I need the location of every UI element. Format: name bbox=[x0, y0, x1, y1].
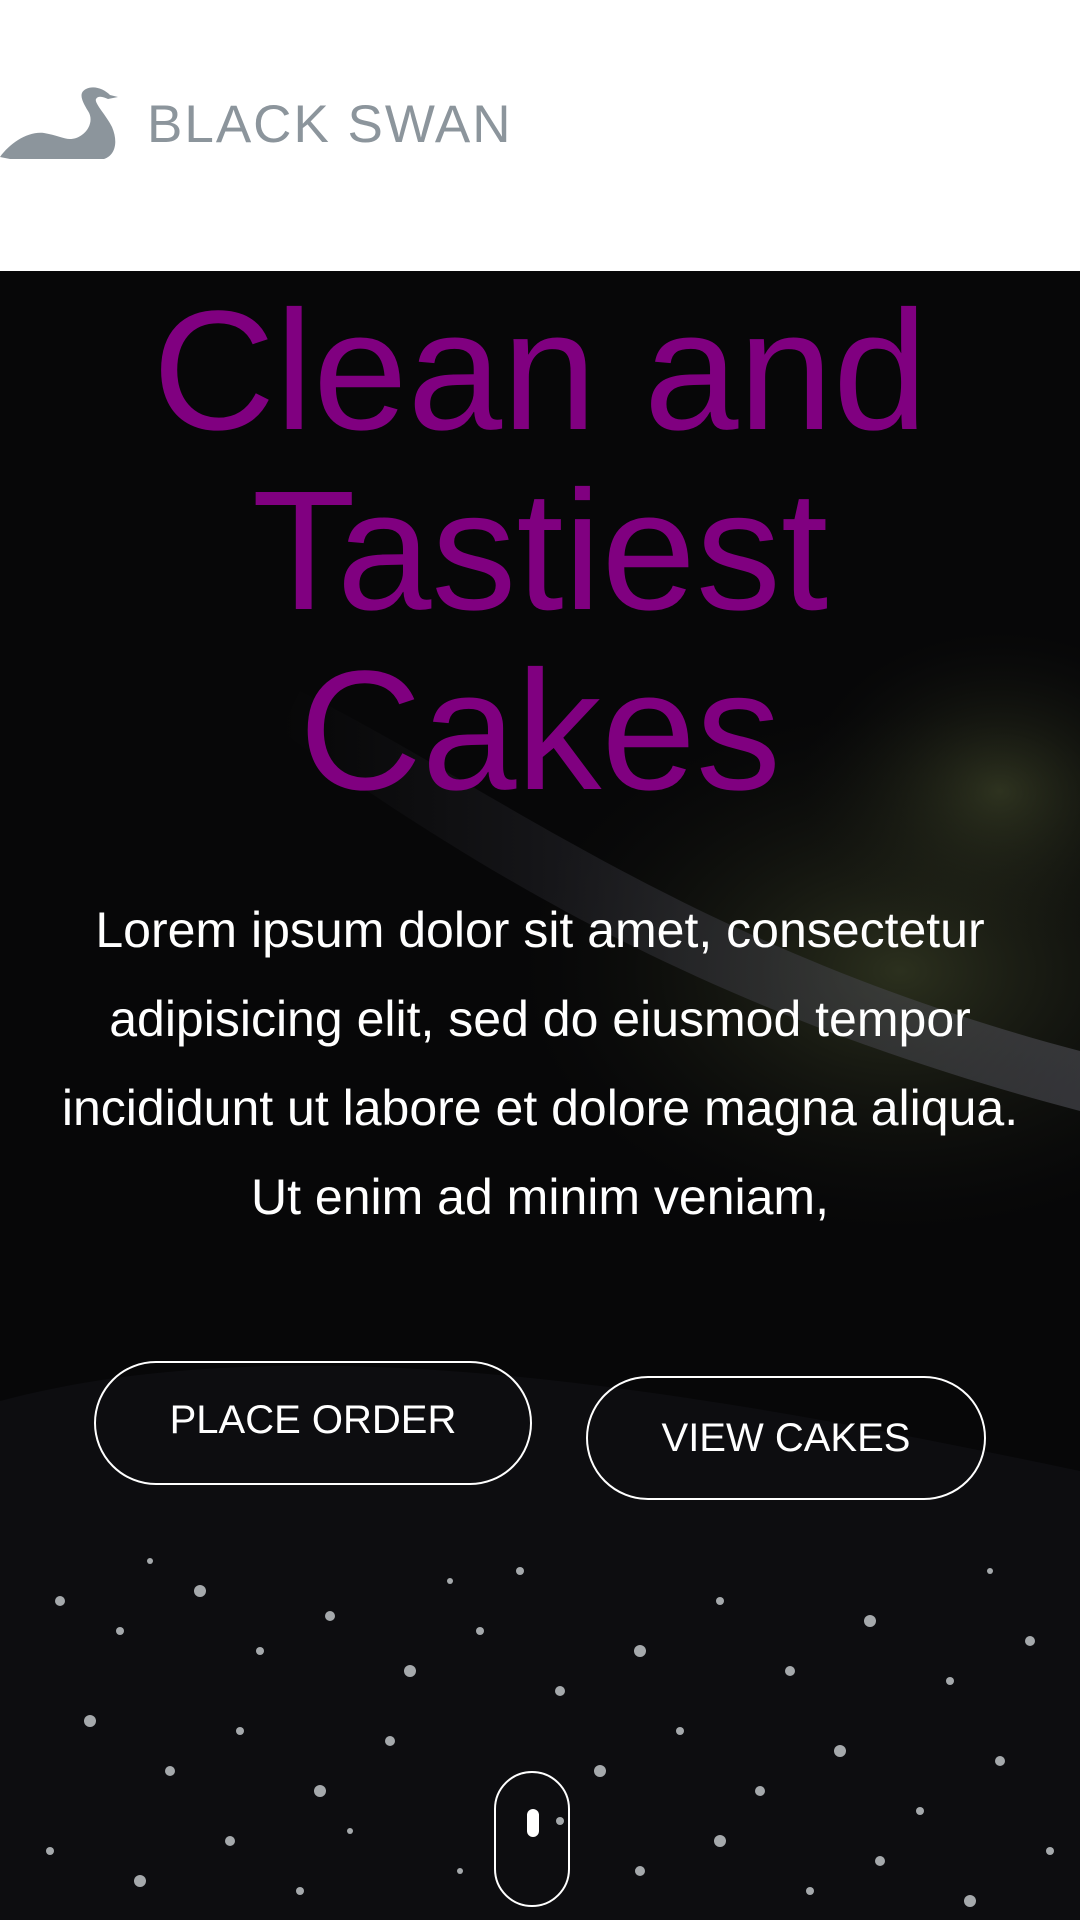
hero-headline: Clean and Tastiest Cakes bbox=[152, 276, 928, 826]
mouse-scroll-icon[interactable] bbox=[494, 1771, 570, 1907]
scroll-wheel-dot bbox=[527, 1809, 539, 1837]
logo-text: BLACK SWAN bbox=[147, 94, 513, 154]
place-order-button[interactable]: PLACE ORDER bbox=[94, 1361, 532, 1485]
view-cakes-button[interactable]: VIEW CAKES bbox=[586, 1376, 986, 1500]
hero-section: Clean and Tastiest Cakes Lorem ipsum dol… bbox=[0, 271, 1080, 1920]
site-header: BLACK SWAN bbox=[0, 0, 1080, 271]
hero-description: Lorem ipsum dolor sit amet, consectetur … bbox=[61, 902, 1019, 1225]
logo[interactable]: BLACK SWAN bbox=[0, 78, 513, 164]
swan-icon bbox=[0, 87, 118, 159]
